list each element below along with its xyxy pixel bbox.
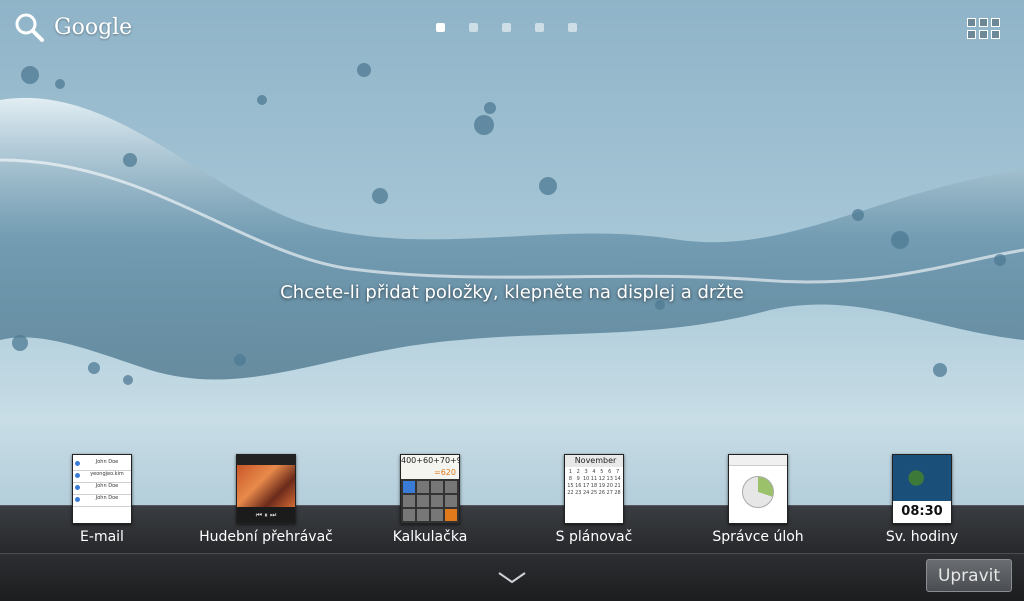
clock-time: 08:30 xyxy=(893,501,951,523)
email-row: John Doe xyxy=(73,483,131,495)
dock-app-task-manager[interactable]: Správce úloh xyxy=(676,454,840,545)
dock-app-s-planner[interactable]: November 1234567 8 9 10 11 12 13 14 15 16 17 18 19… xyxy=(512,454,676,545)
email-row: yeongjeo.kim xyxy=(73,471,131,483)
email-app-icon: John Doe yeongjeo.kim John Doe John Doe xyxy=(72,454,132,524)
pie-chart-icon xyxy=(742,476,774,508)
search-icon xyxy=(15,13,44,42)
email-row: John Doe xyxy=(73,459,131,471)
world-map-icon xyxy=(893,455,951,501)
chevron-down-icon xyxy=(498,572,526,584)
page-dot[interactable] xyxy=(436,23,445,32)
google-search-bar[interactable]: Google xyxy=(14,12,132,42)
calc-result: =620 xyxy=(434,468,456,477)
page-indicator xyxy=(436,23,577,32)
app-label: E-mail xyxy=(80,529,124,545)
task-manager-app-icon xyxy=(728,454,788,524)
calendar-app-icon: November 1234567 8 9 10 11 12 13 14 15 16 17 18 19… xyxy=(564,454,624,524)
calculator-app-icon: 400+60+70+90 =620 xyxy=(400,454,460,524)
email-row: John Doe xyxy=(73,495,131,507)
page-dot[interactable] xyxy=(535,23,544,32)
world-clock-app-icon: 08:30 xyxy=(892,454,952,524)
app-label: S plánovač xyxy=(555,529,633,545)
expand-apps-button[interactable] xyxy=(496,566,528,590)
dock-app-world-clock[interactable]: 08:30 Sv. hodiny xyxy=(840,454,1004,545)
app-label: Kalkulačka xyxy=(392,529,468,545)
page-dot[interactable] xyxy=(469,23,478,32)
dock-app-calculator[interactable]: 400+60+70+90 =620 Kalkulačka xyxy=(348,454,512,545)
dock-app-music-player[interactable]: ⏮ ⏸ ⏭ Hudební přehrávač xyxy=(184,454,348,545)
app-label: Hudební přehrávač xyxy=(199,529,333,545)
wallpaper-water-splash xyxy=(0,63,1024,385)
page-dot[interactable] xyxy=(568,23,577,32)
dock-app-email[interactable]: John Doe yeongjeo.kim John Doe John Doe … xyxy=(20,454,184,545)
app-label: Sv. hodiny xyxy=(885,529,959,545)
google-search-label: Google xyxy=(54,14,133,40)
app-label: Správce úloh xyxy=(712,529,804,545)
calc-display: 400+60+70+90 xyxy=(401,456,459,465)
apps-grid-icon[interactable] xyxy=(967,18,1001,42)
edit-button[interactable]: Upravit xyxy=(926,559,1012,592)
calendar-month: November xyxy=(565,455,623,467)
add-items-hint: Chcete-li přidat položky, klepněte na di… xyxy=(280,282,744,303)
music-player-app-icon: ⏮ ⏸ ⏭ xyxy=(236,454,296,524)
page-dot[interactable] xyxy=(502,23,511,32)
